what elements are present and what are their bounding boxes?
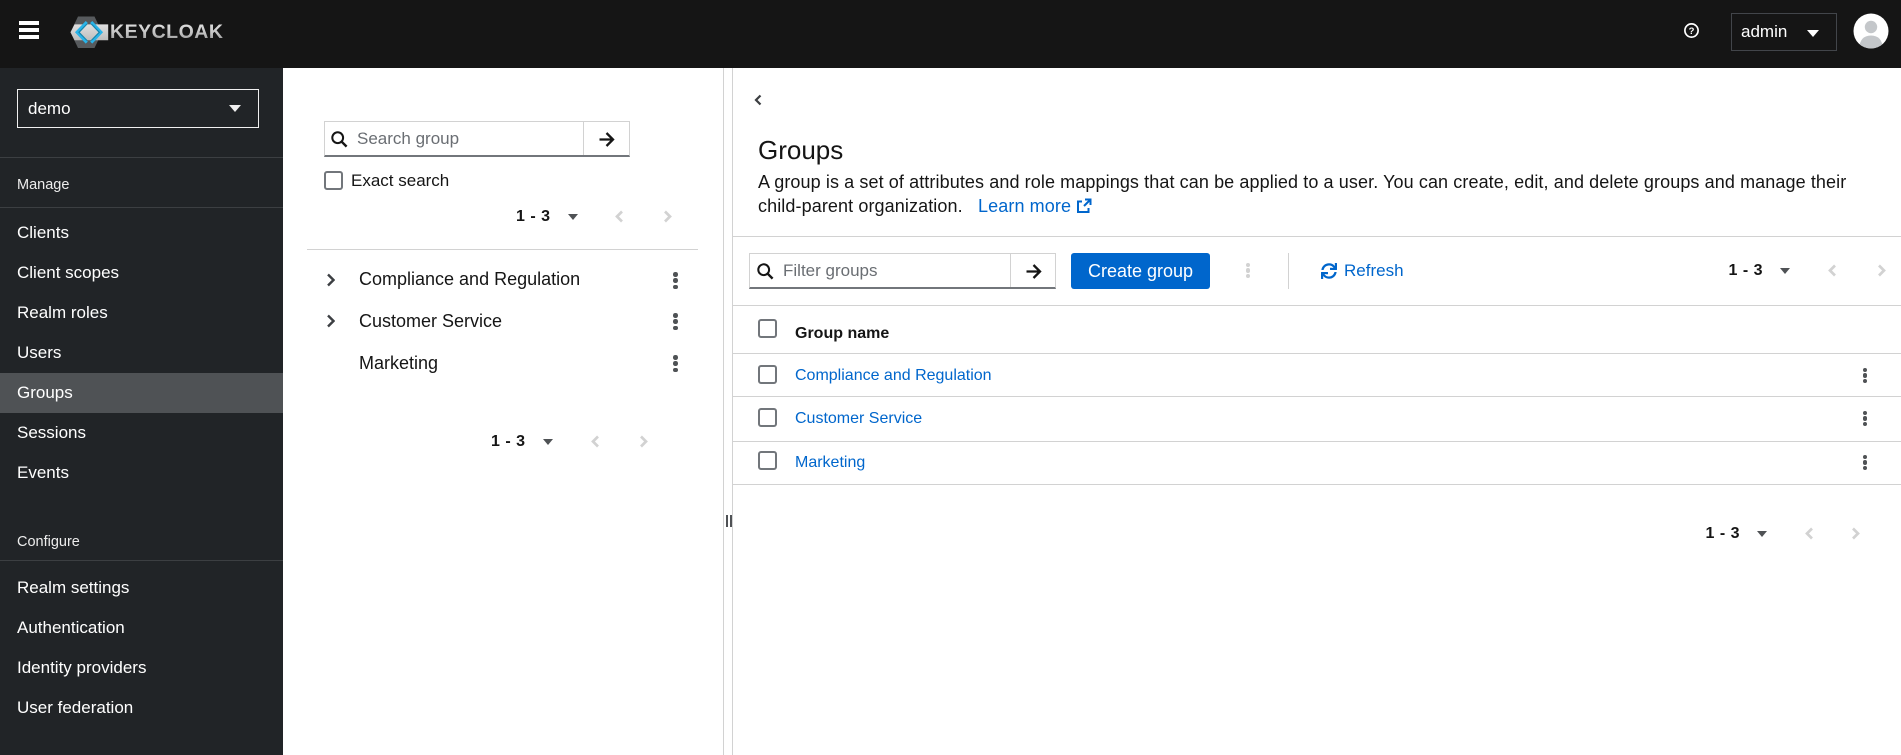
svg-text:KEYCLOAK: KEYCLOAK [110, 21, 223, 43]
svg-text:?: ? [1689, 26, 1695, 37]
